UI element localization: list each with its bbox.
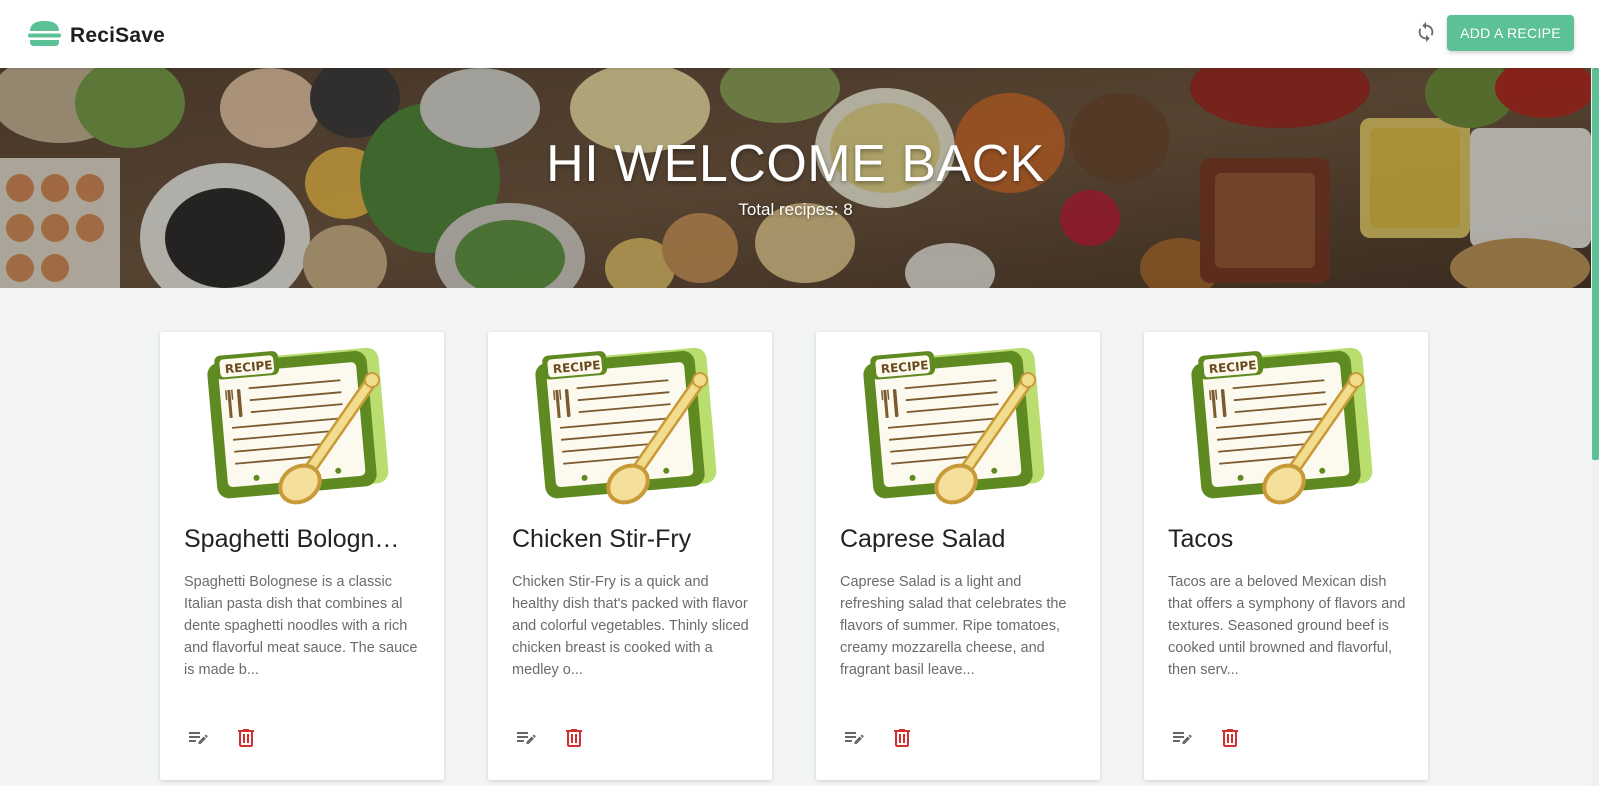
recipe-description: Spaghetti Bolognese is a classic Italian… [184, 574, 418, 678]
recipe-description: Chicken Stir-Fry is a quick and healthy … [512, 574, 749, 678]
trash-icon [890, 726, 914, 755]
recipe-description: Tacos are a beloved Mexican dish that of… [1168, 574, 1406, 678]
edit-recipe-button[interactable] [512, 726, 540, 754]
card-actions [840, 726, 916, 754]
recipe-count: Total recipes: 8 [738, 200, 853, 219]
burger-icon [28, 20, 61, 52]
card-actions [184, 726, 260, 754]
hero-title: HI WELCOME BACK [546, 135, 1045, 193]
edit-notes-icon [186, 726, 210, 755]
recipe-card[interactable]: RECIPE [488, 332, 772, 780]
edit-recipe-button[interactable] [184, 726, 212, 754]
delete-recipe-button[interactable] [232, 726, 260, 754]
recipe-title: Caprese Salad [840, 525, 1006, 553]
trash-icon [562, 726, 586, 755]
trash-icon [1218, 726, 1242, 755]
delete-recipe-button[interactable] [1216, 726, 1244, 754]
refresh-icon [1415, 21, 1437, 48]
hero-banner: HI WELCOME BACK Total recipes: 8 [0, 68, 1591, 288]
recipe-card-icon: RECIPE [860, 344, 1056, 519]
edit-recipe-button[interactable] [1168, 726, 1196, 754]
add-recipe-button[interactable]: ADD A RECIPE [1447, 15, 1574, 51]
recipe-card-icon: RECIPE [532, 344, 728, 519]
refresh-button[interactable] [1412, 20, 1440, 48]
recipe-card-icon: RECIPE [1188, 344, 1384, 519]
recipe-card[interactable]: RECIPE [1144, 332, 1428, 780]
recipe-title: Tacos [1168, 525, 1234, 553]
recipe-description: Caprese Salad is a light and refreshing … [840, 574, 1067, 678]
recipe-title: Spaghetti Bologn… [184, 525, 400, 553]
brand[interactable]: ReciSave [28, 20, 165, 52]
trash-icon [234, 726, 258, 755]
edit-notes-icon [842, 726, 866, 755]
scrollbar-thumb[interactable] [1592, 68, 1599, 460]
edit-notes-icon [514, 726, 538, 755]
recipe-card[interactable]: RECIPE [160, 332, 444, 780]
recipe-title: Chicken Stir-Fry [512, 525, 692, 553]
edit-notes-icon [1170, 726, 1194, 755]
top-navbar: ReciSave ADD A RECIPE [0, 0, 1599, 68]
card-actions [1168, 726, 1244, 754]
delete-recipe-button[interactable] [888, 726, 916, 754]
edit-recipe-button[interactable] [840, 726, 868, 754]
recipe-card-icon: RECIPE [204, 344, 400, 519]
card-actions [512, 726, 588, 754]
delete-recipe-button[interactable] [560, 726, 588, 754]
recipe-card[interactable]: RECIPE [816, 332, 1100, 780]
app-name: ReciSave [70, 24, 166, 47]
